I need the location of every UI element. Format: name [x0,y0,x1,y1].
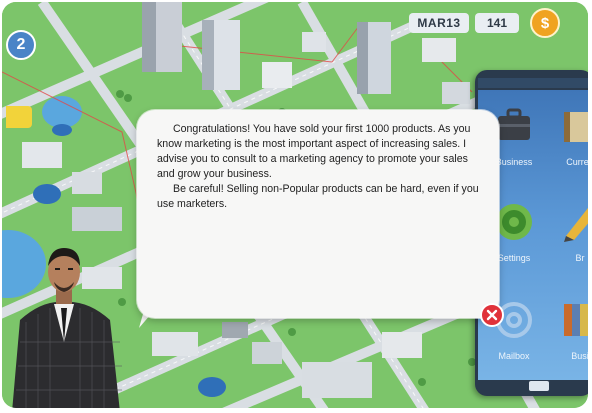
counter-text: 141 [486,16,508,30]
app-label: Curren [566,157,588,167]
app-label: Busi [571,351,588,361]
app-label: Br [575,253,585,263]
date-text: MAR13 [417,16,461,30]
advisor-character [12,248,122,408]
coin-symbol: $ [540,14,550,32]
phone-status-bar [478,78,588,88]
close-button[interactable] [480,303,504,327]
close-icon [486,309,498,321]
level-value: 2 [16,36,26,53]
app-br[interactable]: Br [550,200,588,263]
date-display: MAR13 [409,13,469,33]
app-busi[interactable]: Busi [550,298,588,361]
book-icon [564,112,588,142]
dialog-text: Congratulations! You have sold your firs… [157,122,487,212]
pencil-icon [564,208,588,242]
phone-home-button[interactable] [529,381,549,391]
counter-display: 141 [475,13,519,33]
advisor-dialog: Congratulations! You have sold your firs… [137,110,499,318]
level-badge[interactable]: 2 [6,30,36,60]
dialog-paragraph: Be careful! Selling non-Popular products… [157,183,479,210]
coin-icon[interactable]: $ [530,8,560,38]
game-viewport: 2 MAR13 141 $ Business Curren [2,2,588,408]
dialog-paragraph: Congratulations! You have sold your firs… [157,123,471,180]
app-label: Mailbox [498,351,530,361]
app-curren[interactable]: Curren [550,104,588,167]
folder-icon [564,304,588,336]
